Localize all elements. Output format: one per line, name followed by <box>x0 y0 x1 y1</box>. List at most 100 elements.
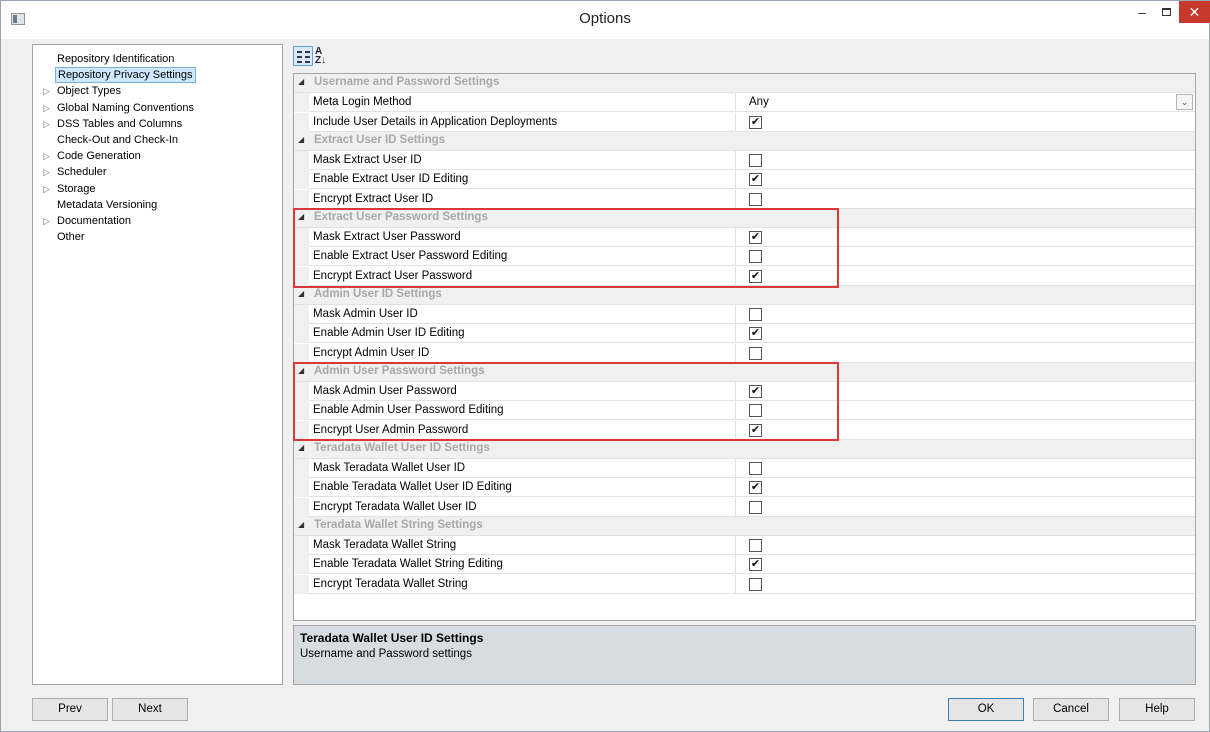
property-value[interactable] <box>735 189 1195 209</box>
prev-button[interactable]: Prev <box>32 698 108 721</box>
categorized-icon[interactable] <box>293 46 313 66</box>
row-margin <box>294 536 309 555</box>
property-value[interactable]: ✔ <box>735 324 1195 344</box>
property-value[interactable] <box>735 401 1195 421</box>
category-row[interactable]: ◢ Extract User Password Settings <box>294 208 1195 228</box>
expand-arrow-icon[interactable]: ▷ <box>43 116 50 132</box>
property-row: Mask Extract User ID <box>294 151 1195 170</box>
expand-arrow-icon[interactable]: ▷ <box>43 164 50 180</box>
property-value[interactable] <box>735 247 1195 267</box>
property-value[interactable]: Any ⌄ <box>735 93 1195 113</box>
property-value[interactable] <box>735 574 1195 594</box>
checkbox[interactable]: ✔ <box>749 385 762 398</box>
property-value[interactable] <box>735 459 1195 478</box>
property-value[interactable]: ✔ <box>735 112 1195 132</box>
cancel-button[interactable]: Cancel <box>1033 698 1109 721</box>
property-value[interactable] <box>735 151 1195 170</box>
property-value[interactable]: ✔ <box>735 382 1195 401</box>
property-value[interactable]: ✔ <box>735 478 1195 498</box>
row-margin <box>294 266 309 286</box>
property-value[interactable] <box>735 497 1195 517</box>
property-value[interactable] <box>735 536 1195 555</box>
checkbox[interactable] <box>749 577 762 591</box>
property-row: Mask Teradata Wallet String <box>294 536 1195 555</box>
property-name: Mask Teradata Wallet User ID <box>313 462 466 474</box>
property-row: Encrypt Admin User ID <box>294 343 1195 363</box>
checkbox[interactable]: ✔ <box>749 481 762 495</box>
maximize-button[interactable] <box>1153 1 1179 25</box>
collapse-triangle-icon[interactable]: ◢ <box>298 135 304 144</box>
checkbox[interactable] <box>749 308 762 321</box>
checkbox[interactable]: ✔ <box>749 115 762 129</box>
expand-arrow-icon[interactable]: ▷ <box>43 181 50 197</box>
property-value[interactable] <box>735 305 1195 324</box>
window-title: Options <box>579 10 631 27</box>
checkbox[interactable] <box>749 462 762 475</box>
property-value[interactable]: ✔ <box>735 266 1195 286</box>
checkbox[interactable]: ✔ <box>749 231 762 244</box>
category-row[interactable]: ◢ Username and Password Settings <box>294 74 1195 93</box>
collapse-triangle-icon[interactable]: ◢ <box>298 520 304 529</box>
property-grid: ◢ Username and Password Settings Meta Logi… <box>293 73 1196 621</box>
close-button[interactable]: ✕ <box>1179 1 1210 23</box>
property-name: Include User Details in Application Depl… <box>313 115 558 128</box>
category-row[interactable]: ◢ Admin User Password Settings <box>294 362 1195 382</box>
next-button[interactable]: Next <box>112 698 188 721</box>
checkbox[interactable]: ✔ <box>749 423 762 437</box>
category-label: Teradata Wallet User ID Settings <box>314 441 490 454</box>
property-name: Mask Extract User ID <box>313 154 422 166</box>
property-row: Enable Extract User ID Editing ✔ <box>294 170 1195 190</box>
checkbox[interactable] <box>749 404 762 418</box>
property-row: Mask Teradata Wallet User ID <box>294 459 1195 478</box>
description-text: Username and Password settings <box>300 648 472 660</box>
row-margin <box>294 574 309 594</box>
alphabetical-sort-icon[interactable]: A Z↓ <box>315 46 335 66</box>
tree-item-label: Repository Identification <box>57 53 175 65</box>
row-margin <box>294 93 309 113</box>
property-value[interactable]: ✔ <box>735 228 1195 247</box>
category-row[interactable]: ◢ Teradata Wallet String Settings <box>294 516 1195 536</box>
category-label: Admin User Password Settings <box>314 364 485 377</box>
property-value[interactable] <box>735 343 1195 363</box>
checkbox[interactable]: ✔ <box>749 173 762 187</box>
chevron-down-icon[interactable]: ⌄ <box>1176 94 1193 111</box>
checkbox[interactable] <box>749 192 762 206</box>
property-value[interactable]: ✔ <box>735 420 1195 440</box>
expand-arrow-icon[interactable]: ▷ <box>43 83 50 99</box>
property-value[interactable]: ✔ <box>735 555 1195 575</box>
options-tree[interactable]: Repository Identification Repository Priv… <box>32 44 283 685</box>
category-row[interactable]: ◢ Teradata Wallet User ID Settings <box>294 439 1195 459</box>
property-value[interactable]: ✔ <box>735 170 1195 190</box>
expand-arrow-icon[interactable]: ▷ <box>43 213 50 229</box>
expand-arrow-icon[interactable]: ▷ <box>43 100 50 116</box>
collapse-triangle-icon[interactable]: ◢ <box>298 443 304 452</box>
checkbox[interactable] <box>749 500 762 514</box>
checkbox[interactable] <box>749 154 762 167</box>
checkbox[interactable]: ✔ <box>749 269 762 283</box>
collapse-triangle-icon[interactable]: ◢ <box>298 212 304 221</box>
row-margin <box>294 324 309 344</box>
help-button[interactable]: Help <box>1119 698 1195 721</box>
checkbox[interactable] <box>749 346 762 360</box>
expand-arrow-icon[interactable]: ▷ <box>43 148 50 164</box>
dropdown-value[interactable]: Any <box>749 96 769 108</box>
collapse-triangle-icon[interactable]: ◢ <box>298 77 304 86</box>
property-row: Enable Extract User Password Editing <box>294 247 1195 267</box>
ok-button[interactable]: OK <box>948 698 1024 721</box>
checkbox[interactable]: ✔ <box>749 327 762 341</box>
tree-item-label: Repository Privacy Settings <box>55 67 196 84</box>
checkbox[interactable] <box>749 539 762 552</box>
tree-item-label: Documentation <box>57 215 131 227</box>
checkbox[interactable]: ✔ <box>749 558 762 572</box>
property-name: Encrypt User Admin Password <box>313 423 469 436</box>
property-row: Encrypt User Admin Password ✔ <box>294 420 1195 440</box>
property-row: Enable Admin User ID Editing ✔ <box>294 324 1195 344</box>
category-row[interactable]: ◢ Admin User ID Settings <box>294 285 1195 305</box>
category-row[interactable]: ◢ Extract User ID Settings <box>294 131 1195 151</box>
collapse-triangle-icon[interactable]: ◢ <box>298 366 304 375</box>
checkbox[interactable] <box>749 250 762 264</box>
property-row: Mask Extract User Password ✔ <box>294 228 1195 247</box>
row-margin <box>294 305 309 324</box>
minimize-button[interactable]: – <box>1130 1 1154 25</box>
collapse-triangle-icon[interactable]: ◢ <box>298 289 304 298</box>
